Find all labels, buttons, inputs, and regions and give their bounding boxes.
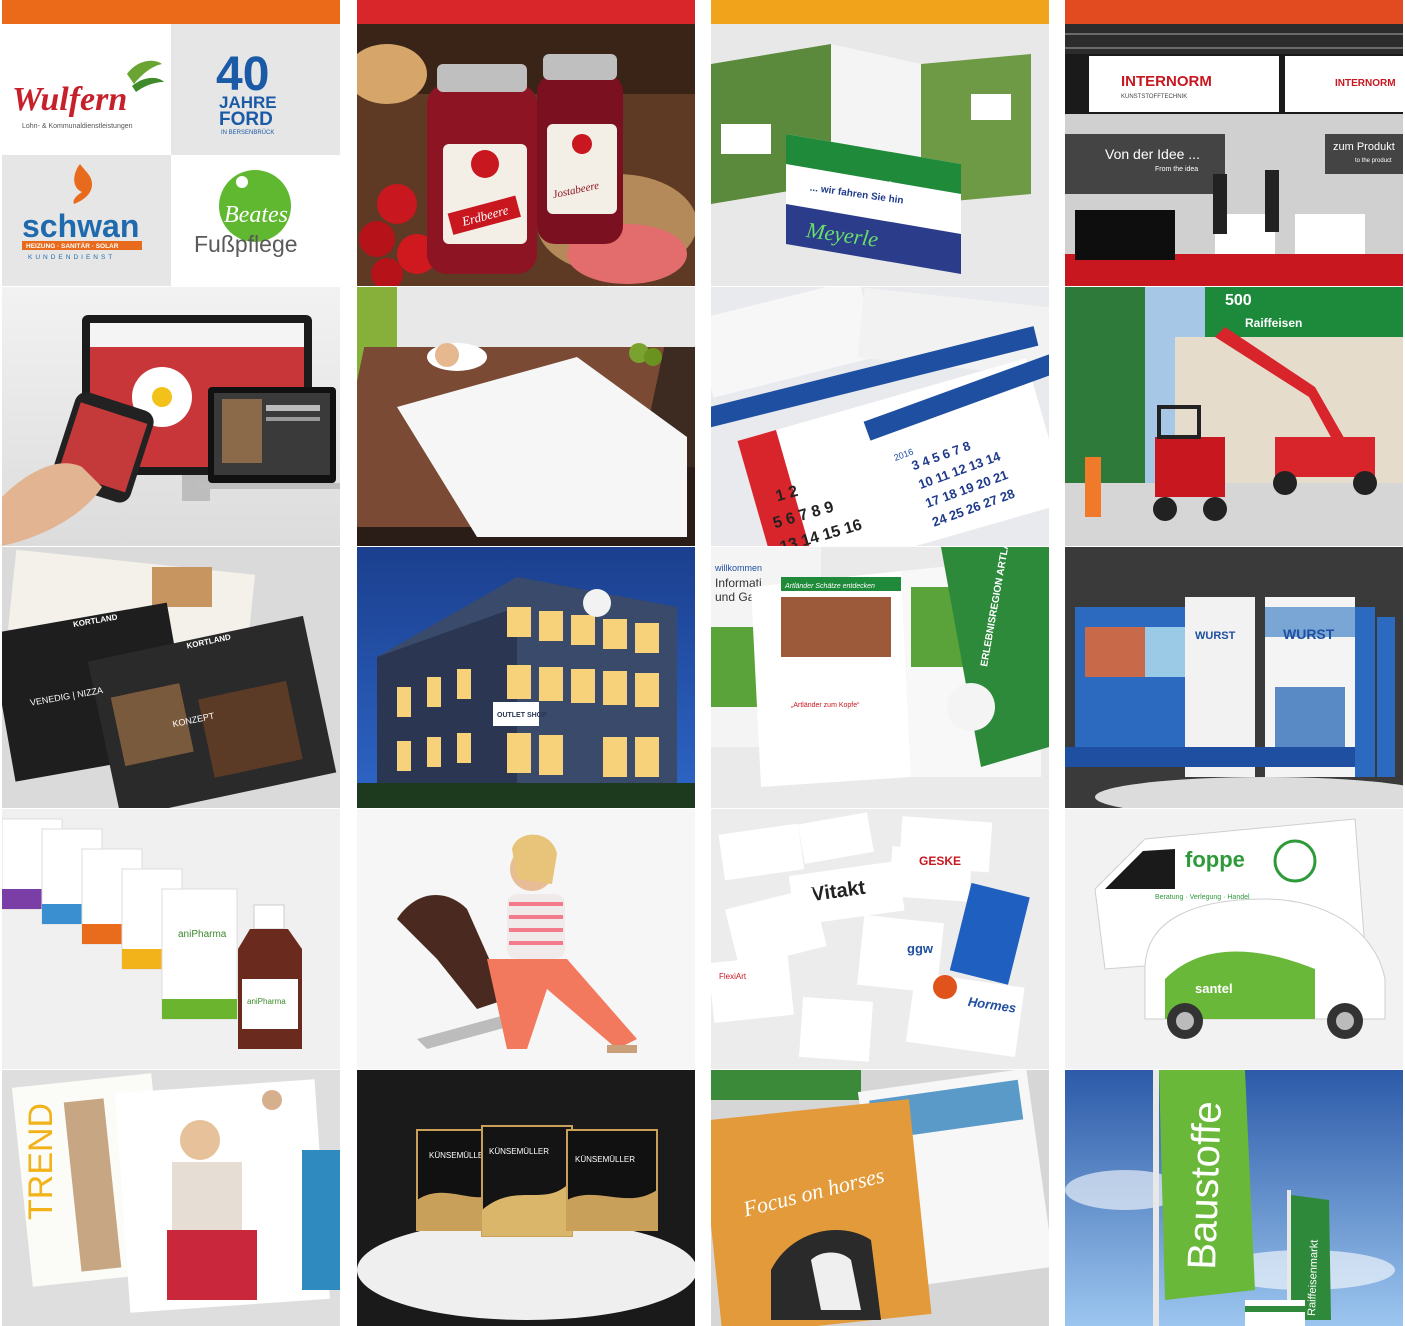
ford-logo: 40 JAHRE FORD IN BERSENBRÜCK <box>216 48 277 136</box>
flag-banners: Baustoffe Raiffeisenmarkt <box>1065 1070 1403 1326</box>
bedding-packaging-tile: KÜNSEMÜLLER KÜNSEMÜLLER KÜNSEMÜLLER <box>357 1070 695 1326</box>
card-flexiart: FlexiArt <box>719 972 747 981</box>
store-brand: Raiffeisen <box>1245 316 1302 330</box>
store-sign: 500 <box>1225 292 1252 309</box>
furniture-catalog-tile: KORTLAND KORTLAND VENEDIG | NIZZA KONZEP… <box>2 547 340 808</box>
horse-book: Focus on horses <box>711 1070 1049 1326</box>
rollup-banners-tile: WURST WURST <box>1065 547 1403 808</box>
wall-calendars: 2016 3 4 5 6 7 8 10 11 12 13 14 17 18 19… <box>711 287 1049 546</box>
beates-name: Fußpflege <box>194 231 298 257</box>
horse-book-tile: Focus on horses <box>711 1070 1049 1326</box>
rollup-brand-2: WURST <box>1283 626 1335 642</box>
travel-brochure-tile: willkommen Informati und Gastge Artlände… <box>711 547 1049 808</box>
travel-headline: Artländer Schätze entdecken <box>784 583 875 590</box>
business-cards: Vitakt GESKE ggw FlexiArt Hormes <box>711 809 1049 1069</box>
ford-line2: FORD <box>219 109 273 130</box>
beates-script: Beates <box>224 202 288 228</box>
outlet-sign: OUTLET SHOP <box>497 712 547 719</box>
trend-title: TREND <box>22 1103 60 1220</box>
booth-brand-2: INTERNORM <box>1335 78 1396 89</box>
fashion-catalog: TREND <box>2 1070 340 1326</box>
pharma-packaging: aniPharma aniPharma <box>2 809 340 1069</box>
booth-sub: KUNSTSTOFFTECHNIK <box>1121 94 1187 100</box>
schwan-line2: KUNDENDIENST <box>28 254 115 261</box>
column-1-accent-bar <box>2 0 340 24</box>
schwan-name: schwan <box>22 208 139 244</box>
bedding-brand-1: KÜNSEMÜLLER <box>429 1151 489 1160</box>
booth-slogan: Von der Idee ... <box>1105 146 1200 162</box>
fashion-catalog-tile: TREND <box>2 1070 340 1326</box>
bed-duvet <box>357 287 695 546</box>
wulfern-tagline: Lohn- & Kommunaldienstleistungen <box>22 123 133 130</box>
column-2: Erdbeere Jostabeere OUTLET SHOP KÜNSEMÜL… <box>357 0 695 1326</box>
outlet-building-tile: OUTLET SHOP <box>357 547 695 808</box>
bedding-brand-2: KÜNSEMÜLLER <box>489 1147 549 1156</box>
travel-brochure: willkommen Informati und Gastge Artlände… <box>711 547 1049 808</box>
booth-slogan2: zum Produkt <box>1333 141 1395 153</box>
fashion-model <box>357 809 695 1069</box>
calendar-tile: 2016 3 4 5 6 7 8 10 11 12 13 14 17 18 19… <box>711 287 1049 546</box>
column-3-accent-bar <box>711 0 1049 24</box>
bed-duvet-tile <box>357 287 695 546</box>
business-cards-tile: Vitakt GESKE ggw FlexiArt Hormes <box>711 809 1049 1069</box>
bedding-packaging: KÜNSEMÜLLER KÜNSEMÜLLER KÜNSEMÜLLER <box>357 1070 695 1326</box>
car-brand: santel <box>1195 981 1233 996</box>
vehicle-wrap-tile: foppe Beratung · Verlegung · Handel sant… <box>1065 809 1403 1069</box>
column-4: INTERNORM KUNSTSTOFFTECHNIK INTERNORM Vo… <box>1065 0 1403 1326</box>
jam-jars: Erdbeere Jostabeere <box>357 24 695 286</box>
column-3: Wohin Sie auch möchten ... ... wir fahre… <box>711 0 1049 1326</box>
travel-quote: „Artländer zum Kopfe“ <box>791 702 860 709</box>
jam-jars-tile: Erdbeere Jostabeere <box>357 24 695 286</box>
van-brand: foppe <box>1185 847 1245 872</box>
bus-brochure: Wohin Sie auch möchten ... ... wir fahre… <box>711 24 1049 286</box>
anipharma-box-label: aniPharma <box>178 929 227 940</box>
bus-brochure-tile: Wohin Sie auch möchten ... ... wir fahre… <box>711 24 1049 286</box>
fashion-model-tile <box>357 809 695 1069</box>
store-event: 500 Raiffeisen <box>1065 287 1403 546</box>
responsive-devices <box>2 287 340 546</box>
column-1: Wulfern Lohn- & Kommunaldienstleistungen… <box>2 0 340 1326</box>
rollup-brand-1: WURST <box>1195 630 1236 642</box>
pharma-packaging-tile: aniPharma aniPharma <box>2 809 340 1069</box>
wulfern-name: Wulfern <box>12 81 127 118</box>
booth-slogan-sub: From the idea <box>1155 166 1198 173</box>
card-ggw: ggw <box>907 941 934 956</box>
rollup-banners: WURST WURST <box>1065 547 1403 808</box>
card-geske: GESKE <box>919 854 961 868</box>
logo-grid: Wulfern Lohn- & Kommunaldienstleistungen… <box>2 24 340 286</box>
bedding-brand-3: KÜNSEMÜLLER <box>575 1155 635 1164</box>
column-4-accent-bar <box>1065 0 1403 24</box>
flag-banner-text: Baustoffe <box>1180 1101 1230 1271</box>
ford-line3: IN BERSENBRÜCK <box>221 129 274 136</box>
store-event-tile: 500 Raiffeisen <box>1065 287 1403 546</box>
travel-welcome: willkommen <box>714 563 762 573</box>
trade-booth: INTERNORM KUNSTSTOFFTECHNIK INTERNORM Vo… <box>1065 24 1403 286</box>
column-2-accent-bar <box>357 0 695 24</box>
logo-grid-tile: Wulfern Lohn- & Kommunaldienstleistungen… <box>2 24 340 286</box>
anipharma-bottle-label: aniPharma <box>247 997 286 1006</box>
booth-slogan2-sub: to the product <box>1355 158 1392 164</box>
furniture-catalog: KORTLAND KORTLAND VENEDIG | NIZZA KONZEP… <box>2 547 340 808</box>
flag-banner-tile: Baustoffe Raiffeisenmarkt <box>1065 1070 1403 1326</box>
outlet-building: OUTLET SHOP <box>357 547 695 808</box>
booth-brand-1: INTERNORM <box>1121 73 1212 90</box>
forklift <box>1155 437 1225 497</box>
trade-booth-tile: INTERNORM KUNSTSTOFFTECHNIK INTERNORM Vo… <box>1065 24 1403 286</box>
schwan-line1: HEIZUNG · SANITÄR · SOLAR <box>26 242 119 250</box>
clock-icon <box>583 589 611 617</box>
vehicle-wrap: foppe Beratung · Verlegung · Handel sant… <box>1065 809 1403 1069</box>
responsive-web-tile <box>2 287 340 546</box>
